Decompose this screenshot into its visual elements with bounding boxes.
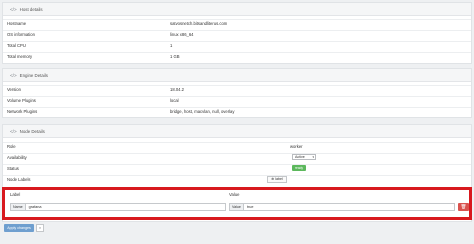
availability-selected-value: Active [295,155,305,159]
row-value: 18.04.2 [170,87,184,92]
row-value: 1 GB [170,54,180,59]
row-value: satvosnetch.bitsandliterus.com [170,21,228,26]
host-details-header: </> Host details [3,3,471,16]
row-value: local [170,98,179,103]
node-row-status: Status ready [3,164,471,171]
trash-icon: 🗑 [460,204,467,209]
row-key: Hostname [7,21,27,26]
close-button[interactable]: × [36,224,44,232]
row-key: Volume Plugins [7,98,36,103]
node-row-labels: Node Labels ⊕ label [3,175,471,183]
engine-details-panel: </> Engine Details Version 18.04.2 Volum… [2,68,472,118]
name-addon: Name [11,204,26,210]
label-editor-highlight: Label Value Name grafana Value true 🗑 [2,187,472,220]
host-row-os: OS information linux x86_64 [3,30,471,37]
plus-icon: ⊕ [271,177,275,181]
add-label-button-text: label [275,177,283,181]
row-value: linux x86_64 [170,32,194,37]
label-name-input[interactable]: grafana [26,205,42,209]
value-column-header: Value [229,192,240,197]
row-value: 1 [170,43,173,48]
host-details-title: Host details [19,6,43,12]
status-badge: ready [292,165,306,171]
row-key: Status [7,166,19,171]
host-details-panel: </> Host details Hostname satvosnetch.bi… [2,2,472,64]
label-column-header: Label [10,192,21,197]
row-key: Network Plugins [7,109,38,114]
host-row-memory: Total memory 1 GB [3,52,471,59]
chevron-down-icon: ▾ [312,155,314,159]
node-row-role: Role worker [3,142,471,149]
value-addon: Value [230,204,244,210]
engine-details-header: </> Engine Details [3,69,471,82]
row-key: OS information [7,32,35,37]
engine-row-network-plugins: Network Plugins bridge, host, macvlan, n… [3,107,471,114]
availability-select[interactable]: Active ▾ [292,154,316,160]
row-key: Version [7,87,21,92]
row-key: Node Labels [7,177,31,182]
row-value: bridge, host, macvlan, null, overlay [170,109,235,114]
row-value: worker [290,144,303,149]
row-key: Total memory [7,54,33,59]
add-label-button[interactable]: ⊕ label [267,176,287,183]
code-icon: </> [10,128,17,134]
label-name-field[interactable]: Name grafana [10,203,226,211]
label-value-field[interactable]: Value true [229,203,455,211]
host-row-cpu: Total CPU 1 [3,41,471,48]
label-value-input[interactable]: true [244,205,254,209]
row-key: Role [7,144,16,149]
code-icon: </> [10,72,17,78]
engine-details-title: Engine Details [19,72,48,78]
code-icon: </> [10,6,17,12]
engine-row-volume-plugins: Volume Plugins local [3,96,471,103]
remove-label-button[interactable]: 🗑 [458,203,469,211]
node-details-title: Node Details [19,128,45,134]
node-row-availability: Availability Active ▾ [3,153,471,160]
node-details-header: </> Node Details [3,125,471,138]
row-key: Total CPU [7,43,26,48]
engine-row-version: Version 18.04.2 [3,85,471,92]
apply-changes-button[interactable]: Apply changes [4,224,34,232]
row-key: Availability [7,155,27,160]
host-row-hostname: Hostname satvosnetch.bitsandliterus.com [3,19,471,26]
